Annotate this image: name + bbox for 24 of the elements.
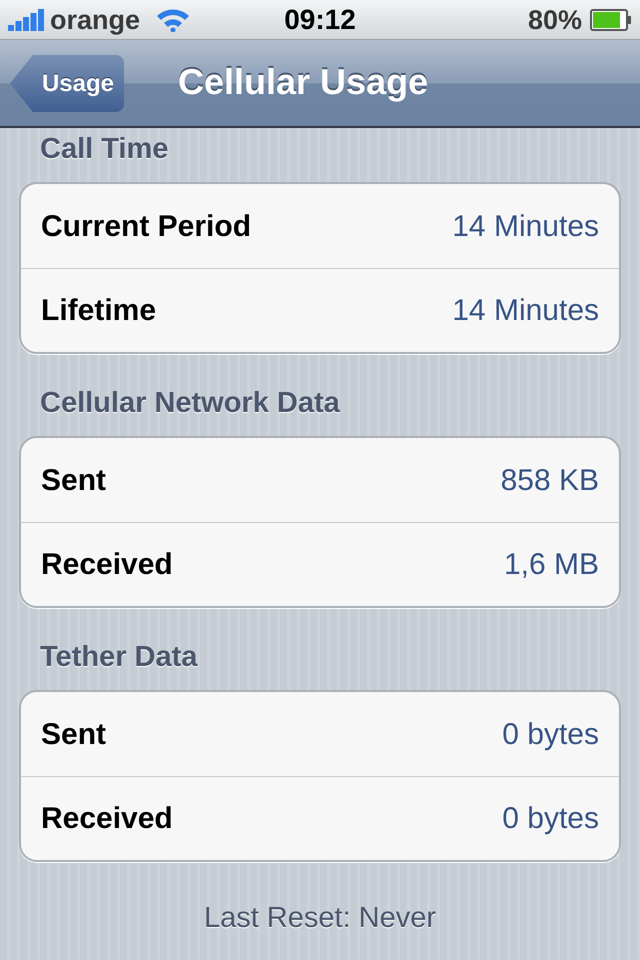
page-title: Cellular Usage bbox=[178, 60, 428, 104]
row-value: 0 bytes bbox=[502, 801, 599, 837]
wifi-icon bbox=[156, 8, 190, 32]
battery-percentage: 80% bbox=[528, 4, 582, 36]
section-header: Cellular Network Data bbox=[39, 386, 341, 421]
row-value: 14 Minutes bbox=[452, 208, 599, 244]
clock-time: 09:12 bbox=[284, 3, 356, 37]
row-label: Lifetime bbox=[41, 293, 156, 329]
row-label: Received bbox=[41, 801, 173, 837]
row-label: Sent bbox=[41, 462, 106, 498]
footer-note: Last Reset: Never bbox=[202, 901, 438, 936]
section-header: Tether Data bbox=[39, 640, 198, 675]
row-value: 14 Minutes bbox=[452, 293, 599, 329]
row-label: Sent bbox=[41, 716, 106, 752]
section-header: Call Time bbox=[39, 132, 170, 167]
battery-icon bbox=[590, 8, 632, 30]
signal-icon bbox=[8, 8, 46, 30]
carrier-name: orange bbox=[50, 4, 140, 37]
row-value: 1,6 MB bbox=[504, 547, 599, 583]
row-label: Received bbox=[41, 547, 173, 583]
row-label: Current Period bbox=[41, 208, 252, 244]
row-value: 858 KB bbox=[500, 462, 599, 498]
back-button[interactable]: Usage bbox=[10, 55, 124, 112]
row-value: 0 bytes bbox=[502, 716, 599, 752]
